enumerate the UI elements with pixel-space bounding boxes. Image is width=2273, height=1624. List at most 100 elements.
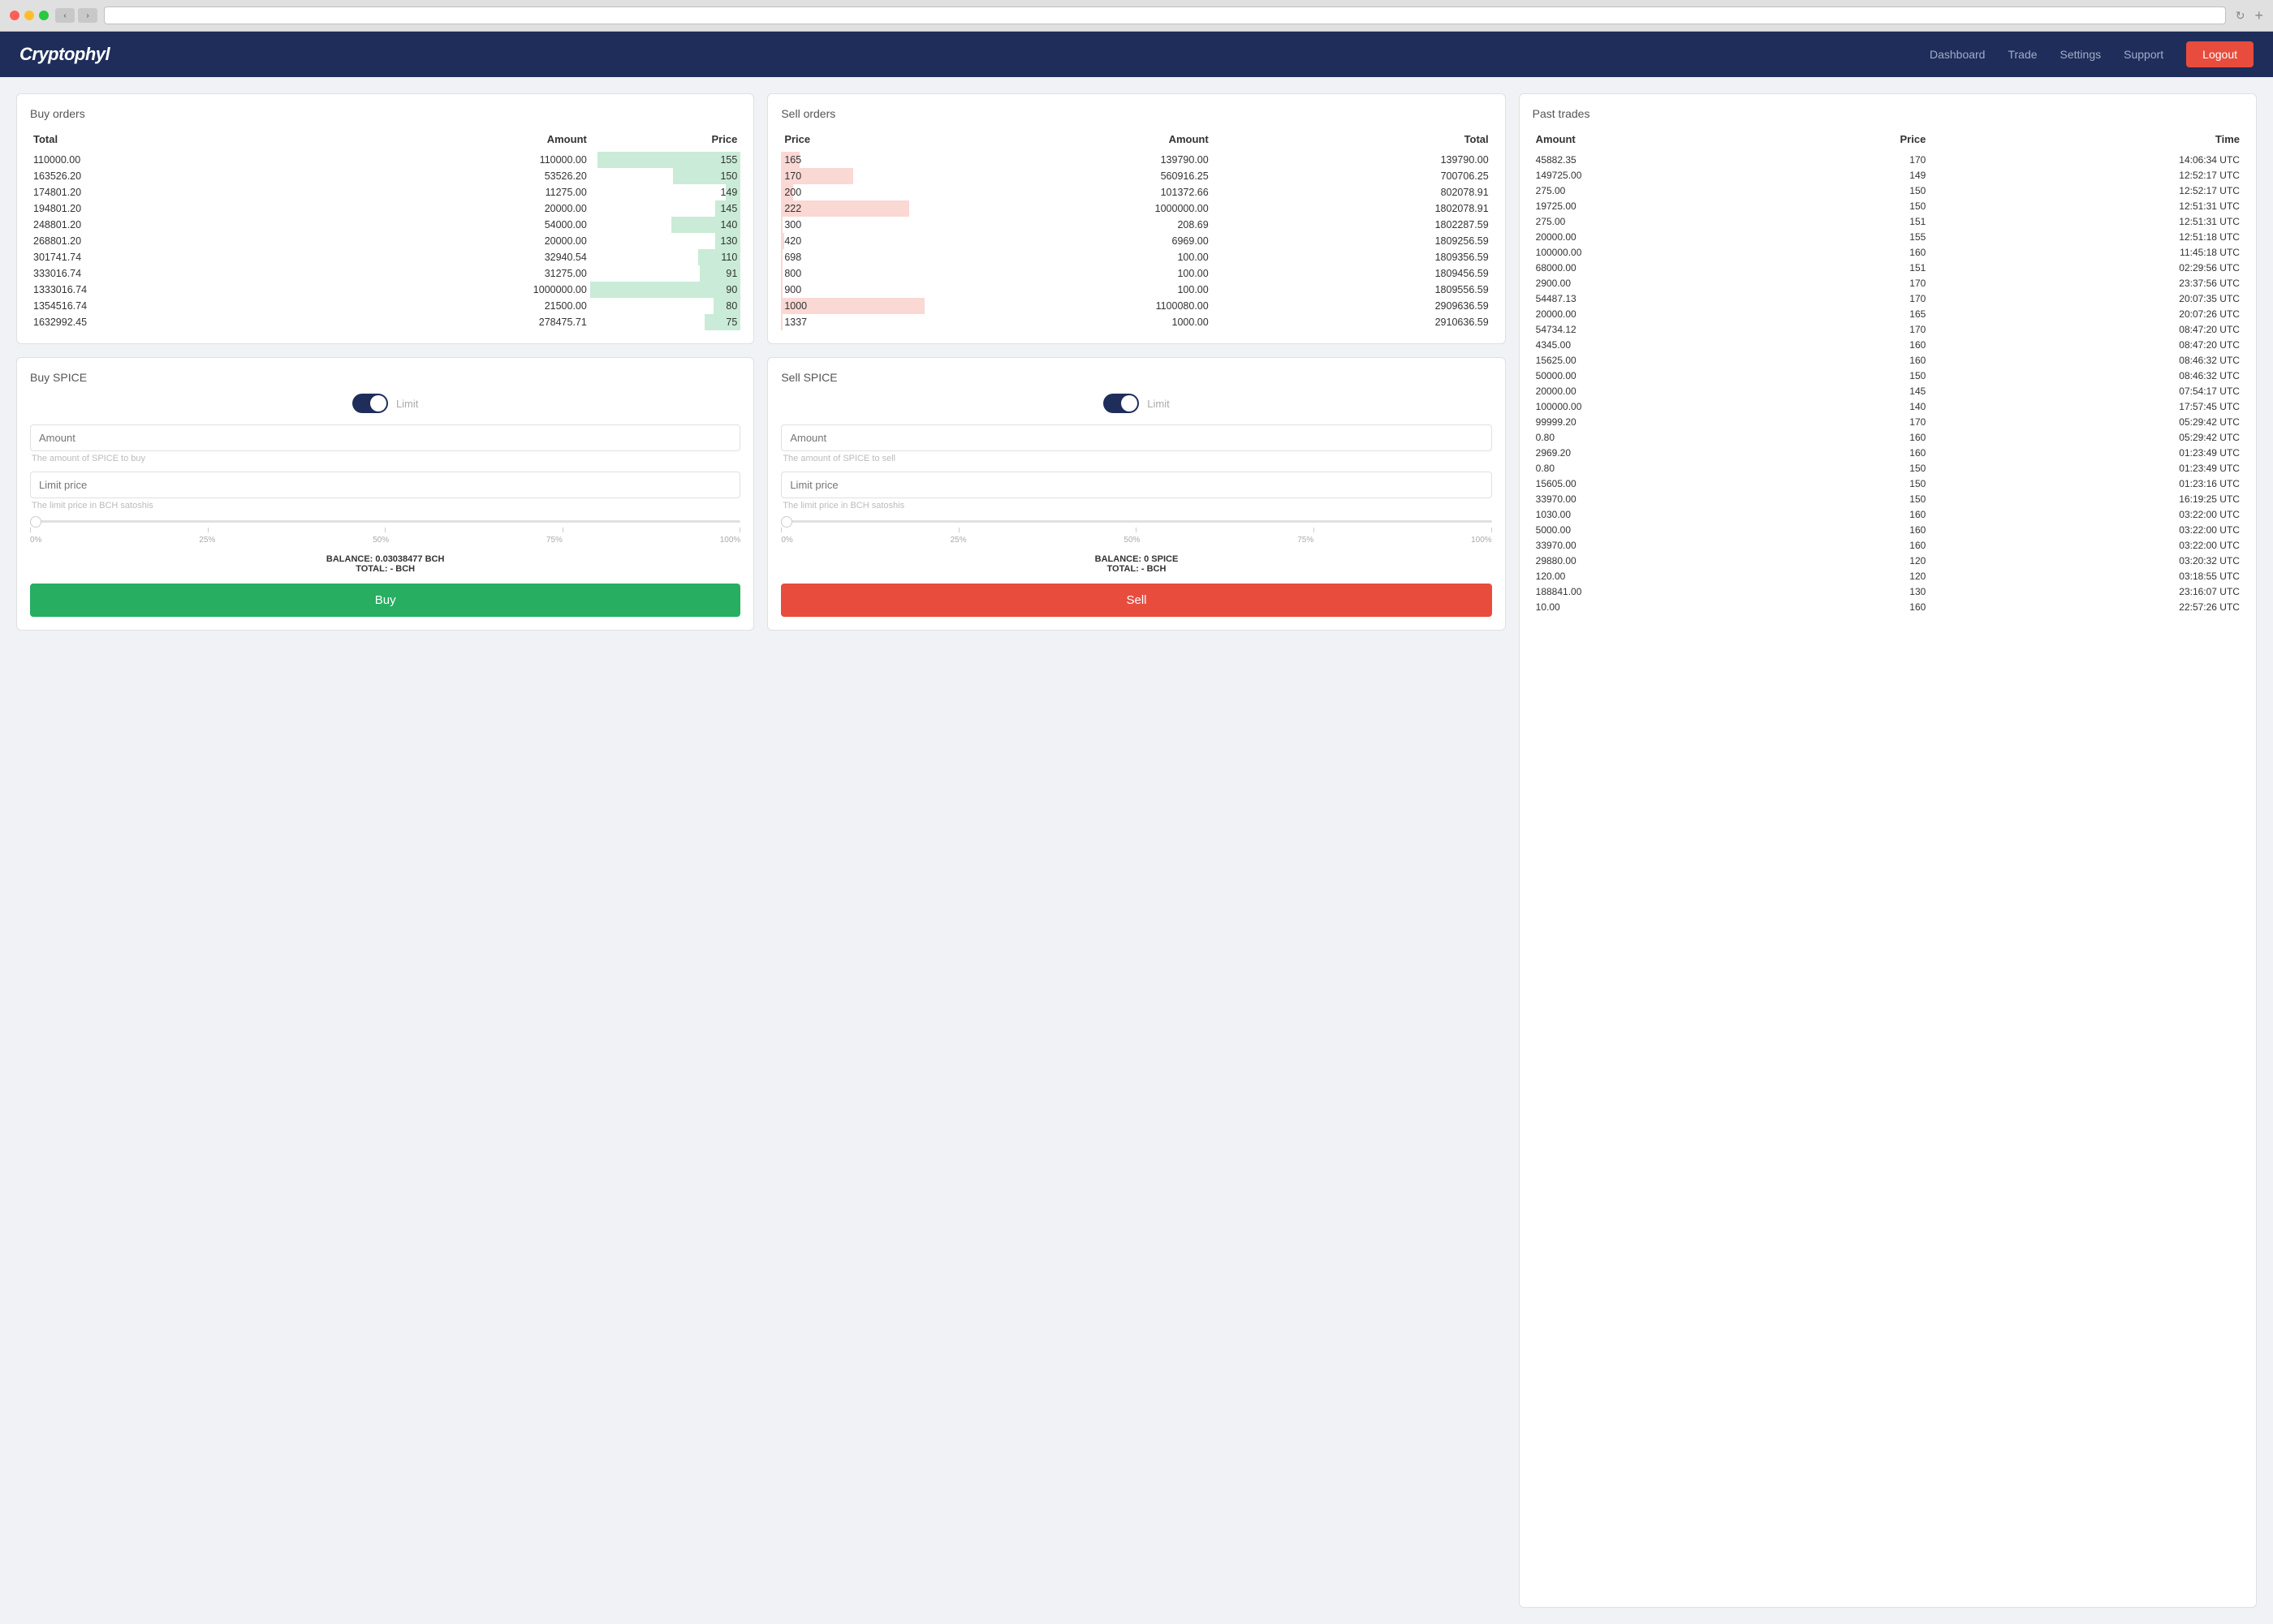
- buy-order-row[interactable]: 333016.74 31275.00 91: [30, 265, 740, 282]
- buy-limit-price-input[interactable]: [30, 472, 740, 498]
- buy-price-cell: 140: [590, 217, 740, 233]
- past-trade-row: 15625.00 160 08:46:32 UTC: [1533, 352, 2243, 368]
- buy-limit-toggle[interactable]: [352, 394, 388, 413]
- past-amount-cell: 29880.00: [1533, 553, 1779, 568]
- past-time-cell: 01:23:49 UTC: [1929, 445, 2243, 460]
- nav-dashboard[interactable]: Dashboard: [1930, 48, 1986, 61]
- buy-total-cell: 248801.20: [30, 217, 310, 233]
- buy-total-cell: 174801.20: [30, 184, 310, 200]
- past-price-cell: 165: [1778, 306, 1929, 321]
- sell-order-row[interactable]: 698 100.00 1809356.59: [781, 249, 1491, 265]
- past-price-cell: 170: [1778, 414, 1929, 429]
- buy-amount-cell: 53526.20: [310, 168, 590, 184]
- sell-order-row[interactable]: 300 208.69 1802287.59: [781, 217, 1491, 233]
- sell-amount-cell: 101372.66: [932, 184, 1212, 200]
- past-amount-cell: 15625.00: [1533, 352, 1779, 368]
- past-price-cell: 160: [1778, 337, 1929, 352]
- sell-order-row[interactable]: 222 1000000.00 1802078.91: [781, 200, 1491, 217]
- past-trade-row: 54487.13 170 20:07:35 UTC: [1533, 291, 2243, 306]
- past-price-cell: 150: [1778, 476, 1929, 491]
- sell-total-cell: 1809556.59: [1212, 282, 1492, 298]
- past-trades-title: Past trades: [1533, 107, 2243, 120]
- past-trade-row: 20000.00 155 12:51:18 UTC: [1533, 229, 2243, 244]
- buy-amount-cell: 1000000.00: [310, 282, 590, 298]
- buy-col-amount: Amount: [310, 130, 590, 152]
- buy-price-cell: 145: [590, 200, 740, 217]
- past-trade-row: 20000.00 145 07:54:17 UTC: [1533, 383, 2243, 398]
- nav-settings[interactable]: Settings: [2060, 48, 2102, 61]
- sell-order-row[interactable]: 165 139790.00 139790.00: [781, 152, 1491, 168]
- buy-amount-cell: 110000.00: [310, 152, 590, 168]
- past-price-cell: 155: [1778, 229, 1929, 244]
- sell-price-cell: 698: [781, 249, 931, 265]
- nav-support[interactable]: Support: [2124, 48, 2163, 61]
- sell-order-row[interactable]: 170 560916.25 700706.25: [781, 168, 1491, 184]
- sell-slider-thumb[interactable]: [781, 516, 792, 528]
- buy-order-row[interactable]: 110000.00 110000.00 155: [30, 152, 740, 168]
- sell-total-cell: 1809356.59: [1212, 249, 1492, 265]
- back-button[interactable]: ‹: [55, 8, 75, 23]
- past-amount-cell: 50000.00: [1533, 368, 1779, 383]
- navbar: Cryptophyl Dashboard Trade Settings Supp…: [0, 32, 2273, 77]
- past-time-cell: 22:57:26 UTC: [1929, 599, 2243, 614]
- buy-label-75: 75%: [546, 536, 563, 545]
- buy-order-row[interactable]: 268801.20 20000.00 130: [30, 233, 740, 249]
- buy-order-row[interactable]: 248801.20 54000.00 140: [30, 217, 740, 233]
- buy-order-row[interactable]: 174801.20 11275.00 149: [30, 184, 740, 200]
- sell-order-row[interactable]: 900 100.00 1809556.59: [781, 282, 1491, 298]
- buy-total-cell: 333016.74: [30, 265, 310, 282]
- sell-limit-toggle[interactable]: [1103, 394, 1139, 413]
- buy-order-row[interactable]: 1333016.74 1000000.00 90: [30, 282, 740, 298]
- past-price-cell: 150: [1778, 198, 1929, 213]
- sell-amount-input[interactable]: [781, 424, 1491, 451]
- forward-button[interactable]: ›: [78, 8, 97, 23]
- past-price-cell: 170: [1778, 152, 1929, 167]
- buy-orders-table: Total Amount Price 110000.00 110000.00 1…: [30, 130, 740, 330]
- new-tab-button[interactable]: +: [2254, 7, 2263, 24]
- sell-total-cell: 1809256.59: [1212, 233, 1492, 249]
- sell-order-row[interactable]: 420 6969.00 1809256.59: [781, 233, 1491, 249]
- sell-spice-title: Sell SPICE: [781, 371, 1491, 384]
- past-time-cell: 20:07:35 UTC: [1929, 291, 2243, 306]
- reload-button[interactable]: ↻: [2236, 9, 2245, 23]
- sell-tick-0: [781, 528, 782, 532]
- buy-order-row[interactable]: 1632992.45 278475.71 75: [30, 314, 740, 330]
- sell-limit-price-input[interactable]: [781, 472, 1491, 498]
- past-trades-card: Past trades Amount Price Time 45882.35 1…: [1519, 93, 2257, 1608]
- sell-amount-cell: 6969.00: [932, 233, 1212, 249]
- buy-amount-cell: 11275.00: [310, 184, 590, 200]
- past-trade-row: 275.00 150 12:52:17 UTC: [1533, 183, 2243, 198]
- buy-order-row[interactable]: 301741.74 32940.54 110: [30, 249, 740, 265]
- minimize-icon[interactable]: [24, 11, 34, 20]
- past-price-cell: 160: [1778, 599, 1929, 614]
- nav-trade[interactable]: Trade: [2008, 48, 2037, 61]
- buy-button[interactable]: Buy: [30, 584, 740, 617]
- buy-order-row[interactable]: 194801.20 20000.00 145: [30, 200, 740, 217]
- past-trade-row: 68000.00 151 02:29:56 UTC: [1533, 260, 2243, 275]
- past-amount-cell: 68000.00: [1533, 260, 1779, 275]
- sell-amount-cell: 560916.25: [932, 168, 1212, 184]
- maximize-icon[interactable]: [39, 11, 49, 20]
- sell-order-row[interactable]: 1000 1100080.00 2909636.59: [781, 298, 1491, 314]
- buy-slider-thumb[interactable]: [30, 516, 41, 528]
- past-price-cell: 160: [1778, 522, 1929, 537]
- buy-balance-info: BALANCE: 0.03038477 BCH TOTAL: - BCH: [30, 554, 740, 574]
- past-trade-row: 54734.12 170 08:47:20 UTC: [1533, 321, 2243, 337]
- buy-order-row[interactable]: 163526.20 53526.20 150: [30, 168, 740, 184]
- buy-price-cell: 91: [590, 265, 740, 282]
- past-time-cell: 12:51:31 UTC: [1929, 213, 2243, 229]
- past-trade-row: 33970.00 150 16:19:25 UTC: [1533, 491, 2243, 506]
- logout-button[interactable]: Logout: [2186, 41, 2254, 67]
- close-icon[interactable]: [10, 11, 19, 20]
- past-amount-cell: 100000.00: [1533, 398, 1779, 414]
- sell-order-row[interactable]: 1337 1000.00 2910636.59: [781, 314, 1491, 330]
- past-time-cell: 03:22:00 UTC: [1929, 537, 2243, 553]
- sell-order-row[interactable]: 200 101372.66 802078.91: [781, 184, 1491, 200]
- past-price-cell: 170: [1778, 321, 1929, 337]
- buy-order-row[interactable]: 1354516.74 21500.00 80: [30, 298, 740, 314]
- past-price-cell: 130: [1778, 584, 1929, 599]
- address-bar[interactable]: [104, 6, 2226, 24]
- sell-button[interactable]: Sell: [781, 584, 1491, 617]
- sell-order-row[interactable]: 800 100.00 1809456.59: [781, 265, 1491, 282]
- buy-amount-input[interactable]: [30, 424, 740, 451]
